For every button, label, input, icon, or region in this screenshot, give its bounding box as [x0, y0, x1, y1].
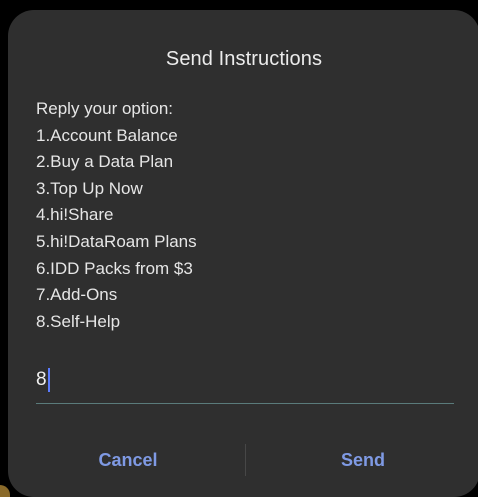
message-line: 8.Self-Help	[36, 311, 121, 331]
dialog-title: Send Instructions	[165, 48, 323, 70]
message-line: 5.hi!DataRoam Plans	[36, 231, 197, 251]
message-line: 1.Account Balance	[36, 125, 178, 145]
dialog-message: Reply your option: 1.Account Balance 2.B…	[36, 96, 197, 335]
cancel-button[interactable]: Cancel	[10, 440, 246, 480]
message-line: 3.Top Up Now	[36, 178, 143, 198]
message-line: 6.IDD Packs from $3	[36, 258, 193, 278]
message-line: 7.Add-Ons	[36, 285, 118, 305]
message-line: Reply your option:	[36, 99, 174, 118]
dialog-actions: Cancel Send	[8, 440, 478, 480]
reply-input[interactable]	[36, 362, 454, 404]
message-line: 2.Buy a Data Plan	[36, 152, 174, 172]
message-line: 4.hi!Share	[36, 205, 114, 225]
send-button[interactable]: Send	[246, 440, 478, 480]
send-instructions-dialog: Send Instructions Reply your option: 1.A…	[8, 10, 478, 497]
